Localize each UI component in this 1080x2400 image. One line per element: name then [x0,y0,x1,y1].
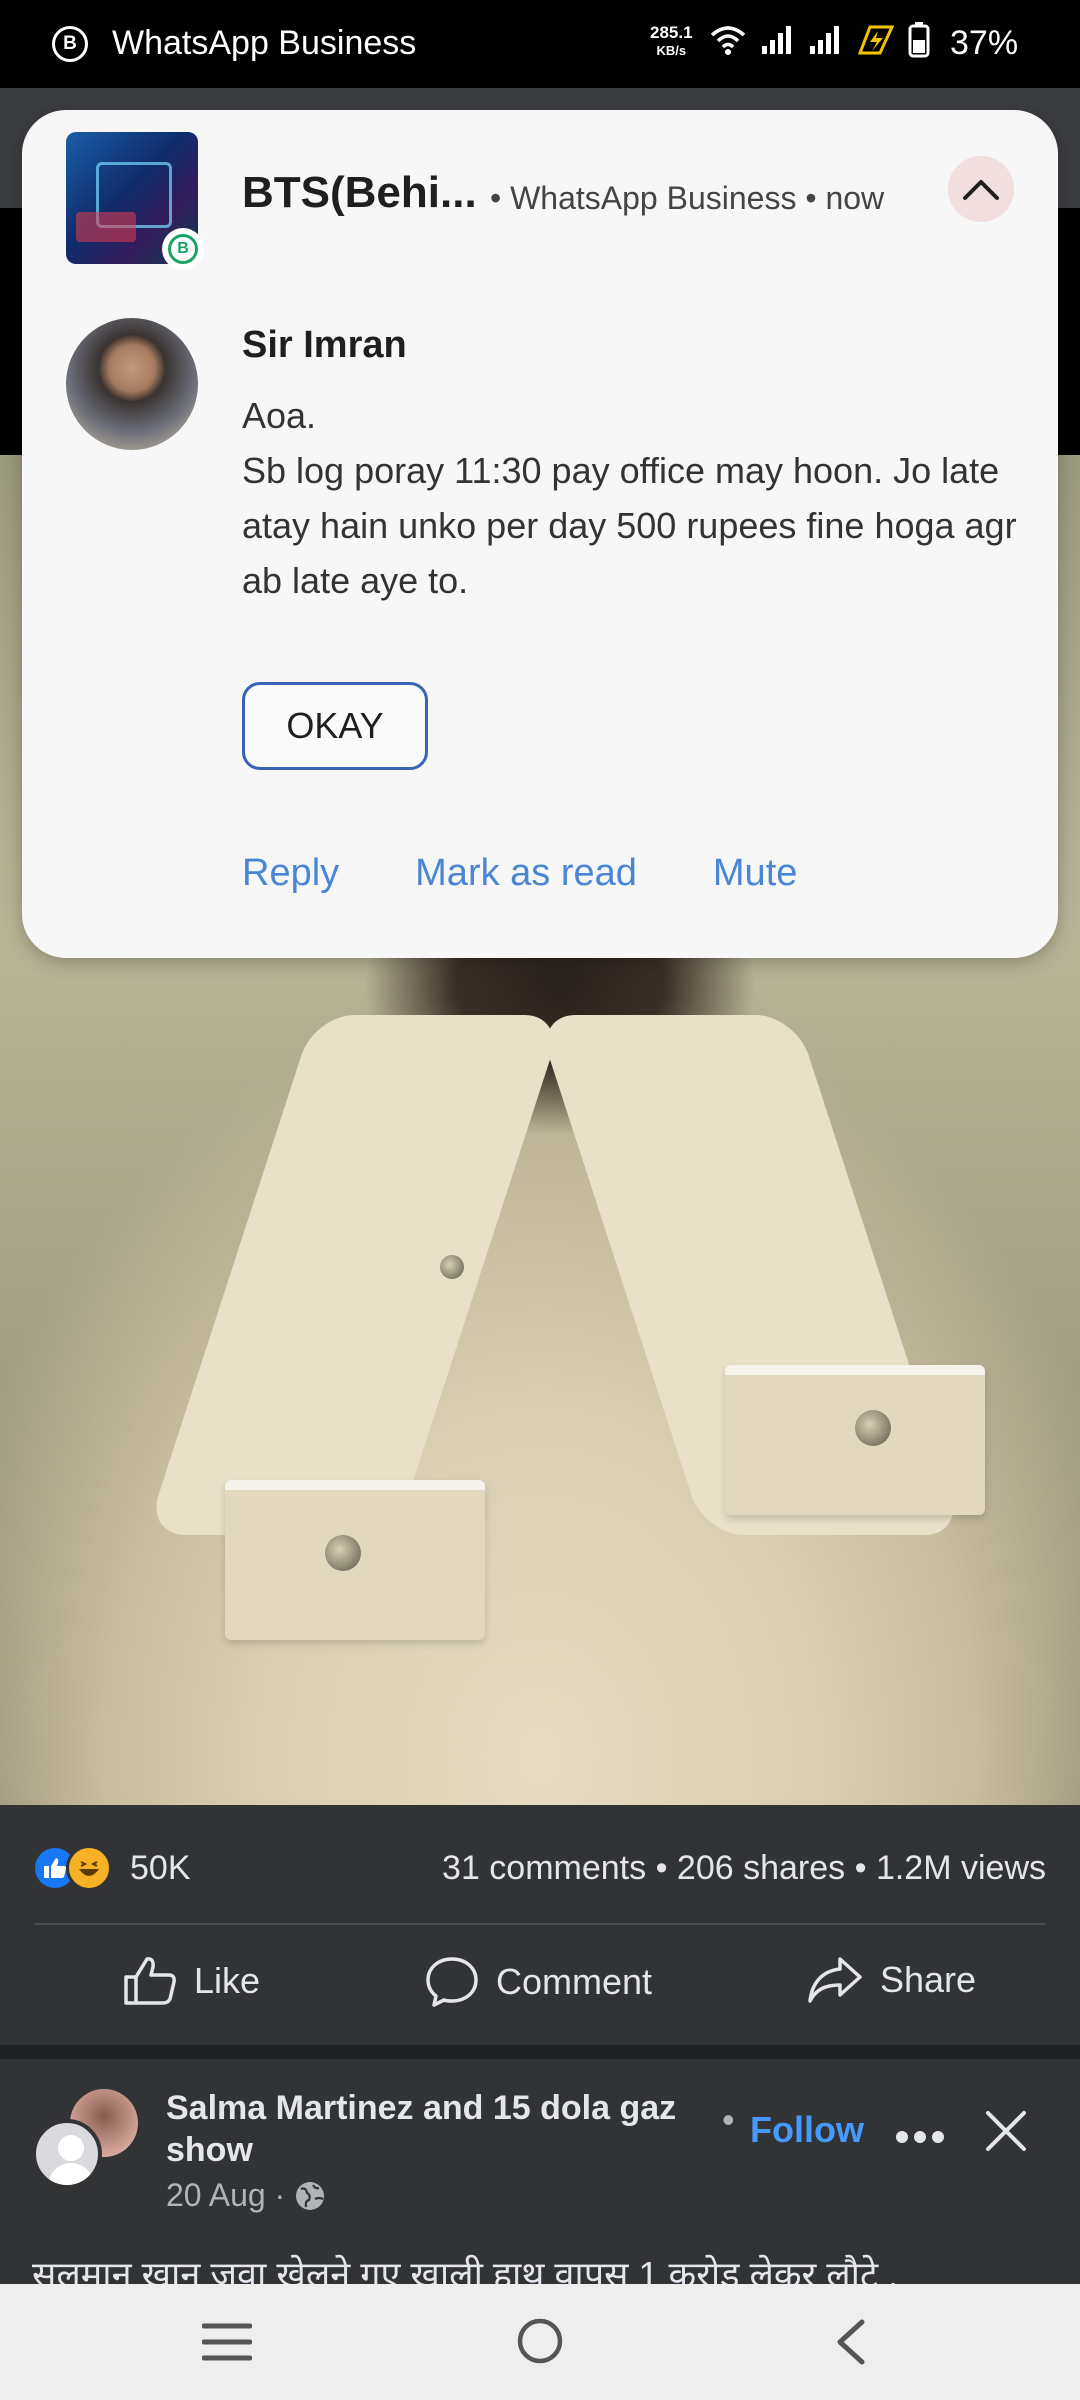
sender-avatar [66,318,198,450]
chevron-up-icon [963,180,999,200]
recent-apps-icon[interactable] [202,2320,252,2364]
battery-percentage: 37% [950,24,1019,62]
battery-icon [908,22,930,58]
follow-button[interactable]: Follow [750,2109,864,2151]
message-notification[interactable]: B BTS(Behi... • WhatsApp Business • now … [22,110,1058,958]
divider [34,1923,1046,1925]
video-frame-detail [440,1255,464,1279]
signal-icon [810,26,839,54]
feed-separator [0,2045,1080,2059]
share-icon [808,1957,862,2003]
video-frame-detail [325,1535,361,1571]
video-frame-detail [725,1365,985,1515]
system-navigation-bar [0,2284,1080,2400]
group-title: BTS(Behi... [242,168,477,217]
comment-button[interactable]: Comment [424,1955,652,2009]
collapse-button[interactable] [948,156,1014,222]
okay-button[interactable]: OKAY [242,682,428,770]
more-options-icon[interactable] [895,2109,945,2154]
notification-actions: Reply Mark as read Mute [242,852,797,895]
badge-letter: B [168,234,198,264]
mark-as-read-button[interactable]: Mark as read [415,852,637,895]
close-icon[interactable] [982,2107,1030,2155]
post-text: सलमान खान जुवा खेलने गए खाली हाथ वापस 1 … [32,2254,899,2284]
video-frame-detail [855,1410,891,1446]
status-bar: B WhatsApp Business 285.1 KB/s 37% [0,0,1080,88]
next-post: Salma Martinez and 15 dola gaz show • Fo… [0,2059,1080,2284]
back-icon[interactable] [830,2318,870,2366]
like-label: Like [194,1960,261,2001]
reactions-summary[interactable]: 50K [32,1845,191,1891]
post-stats[interactable]: 31 comments • 206 shares • 1.2M views [442,1849,1046,1888]
post-date: 20 Aug · [166,2177,327,2214]
signal-icon [762,26,791,54]
mute-button[interactable]: Mute [713,852,797,895]
whatsapp-business-icon: B [52,26,88,62]
reaction-count: 50K [130,1848,191,1887]
like-button[interactable]: Like [122,1955,260,2007]
message-text: Aoa. Sb log poray 11:30 pay office may h… [242,395,1017,601]
video-frame-detail [145,1015,565,1535]
wifi-icon [710,26,746,55]
charging-icon [857,25,894,55]
network-speed-unit: KB/s [656,43,687,58]
sender-name: Sir Imran [242,324,407,366]
post-date-text: 20 Aug · [166,2177,286,2213]
haha-reaction-icon [66,1845,112,1891]
thumbs-up-icon [124,1957,176,2005]
notification-meta: • WhatsApp Business • now [490,180,885,216]
separator-dot: • [722,2099,735,2140]
status-app-name: WhatsApp Business [112,24,417,62]
share-button[interactable]: Share [806,1955,976,2005]
home-icon[interactable] [515,2316,565,2366]
network-speed-value: 285.1 [650,23,693,42]
share-label: Share [880,1959,977,2000]
comment-icon [426,1957,478,2007]
network-speed: 285.1 KB/s [650,24,693,60]
post-author[interactable]: Salma Martinez and 15 dola gaz show [166,2087,706,2171]
globe-icon [296,2181,325,2210]
post-engagement-bar: 50K 31 comments • 206 shares • 1.2M view… [0,1805,1080,2045]
comment-label: Comment [496,1961,653,2002]
user-avatar[interactable] [32,2119,102,2189]
reply-button[interactable]: Reply [242,852,339,895]
status-icons [710,22,930,58]
whatsapp-business-badge-icon: B [162,228,204,270]
